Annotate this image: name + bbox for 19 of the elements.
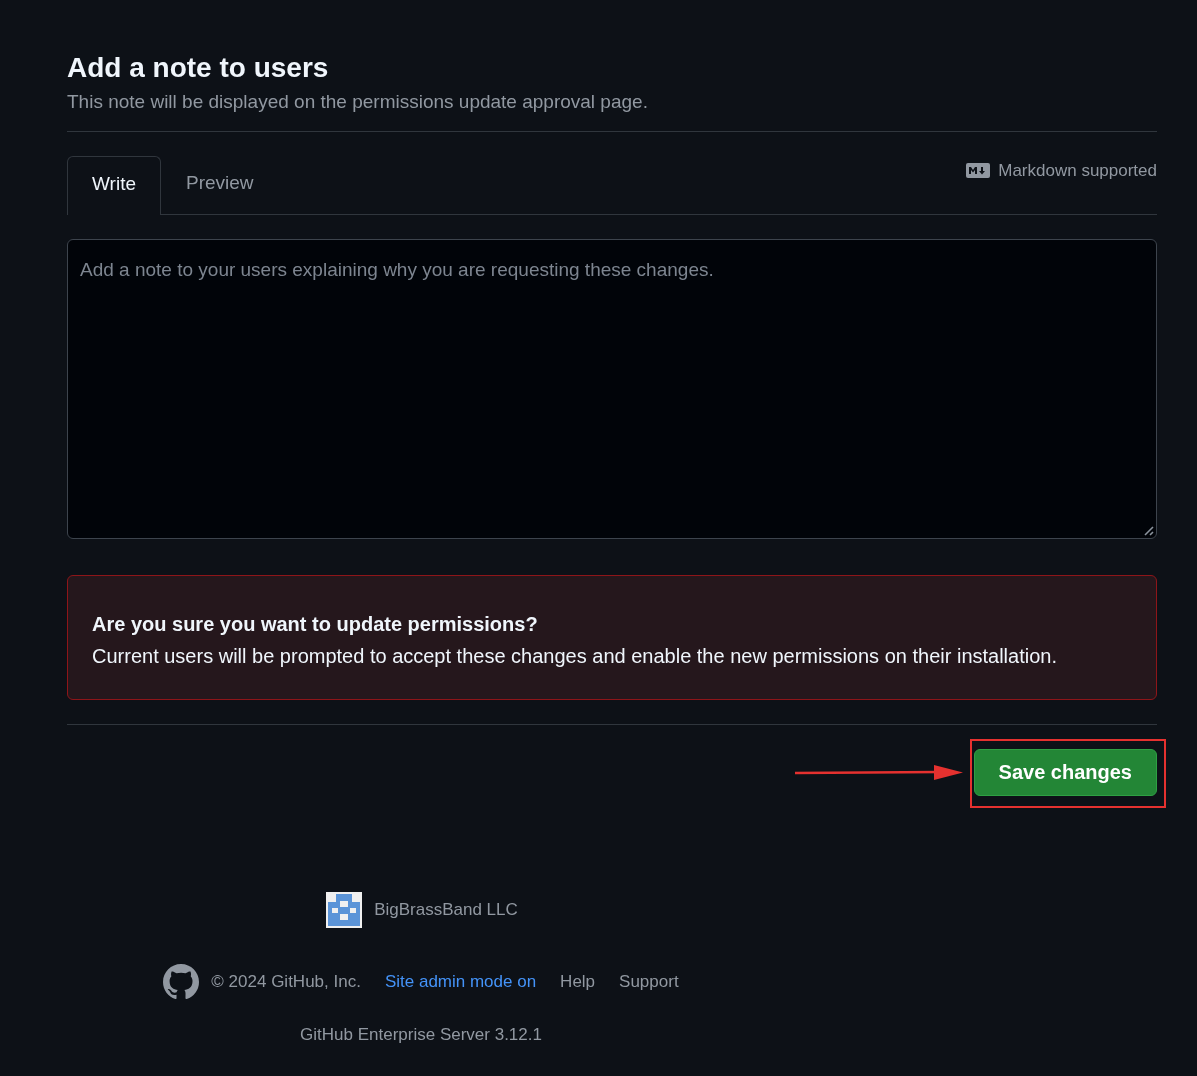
github-logo-icon (163, 963, 200, 1000)
section-title: Add a note to users (67, 51, 330, 85)
version-text: GitHub Enterprise Server 3.12.1 (300, 1023, 542, 1046)
resize-handle-icon[interactable] (1144, 525, 1154, 536)
warning-text: Current users will be prompted to accept these changes and enable the new permissions on their installation. (92, 643, 1058, 669)
tab[interactable]: Preview (161, 154, 279, 214)
note-field[interactable]: Add a note to your users explaining why you are requesting these changes. (67, 238, 1157, 539)
footer-link[interactable]: Support (619, 968, 679, 995)
markdown-icon (966, 163, 991, 178)
save-button[interactable]: Save changes (973, 748, 1157, 796)
copyright-text: © 2024 GitHub, Inc. (211, 970, 361, 993)
markdown-hint: Markdown supported (998, 159, 1157, 182)
tab[interactable]: Write (67, 155, 161, 215)
section-description: This note will be displayed on the permissions update approval page. (67, 90, 649, 114)
organization-name: BigBrassBand LLC (374, 898, 518, 921)
footer-link[interactable]: Help (560, 968, 596, 995)
footer-link[interactable]: Site admin mode on (384, 968, 537, 995)
organization-avatar-icon (326, 891, 363, 928)
warning-title: Are you sure you want to update permissions? (92, 611, 539, 637)
